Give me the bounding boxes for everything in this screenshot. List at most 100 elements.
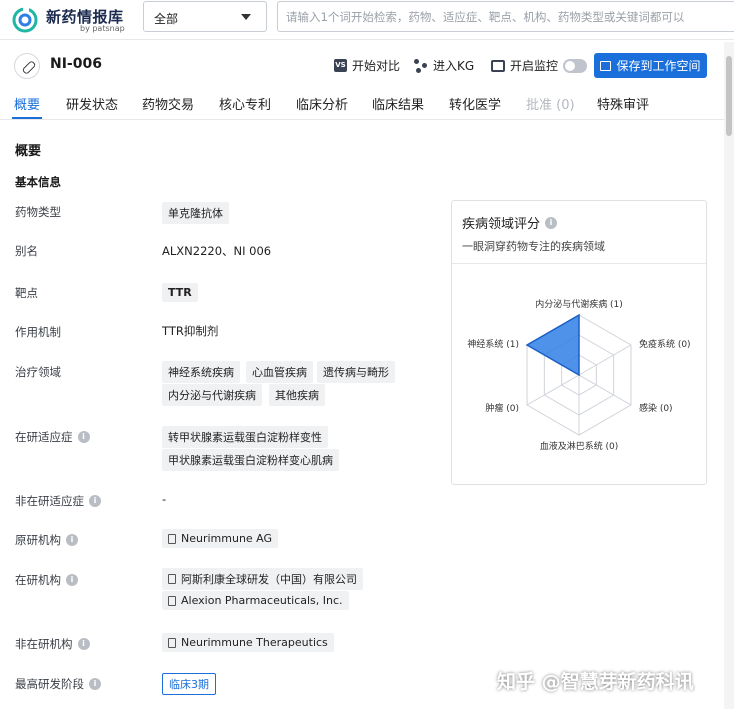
info-icon[interactable]: i xyxy=(66,534,78,546)
tab-translational[interactable]: 转化医学 xyxy=(449,94,501,113)
therapeutic-tag[interactable]: 遗传病与畸形 xyxy=(317,361,395,383)
disease-score-subtitle: 一眼洞穿药物专注的疾病领域 xyxy=(462,240,605,253)
active-tab-indicator xyxy=(12,117,42,119)
inactive-org-label: 非在研机构 i xyxy=(15,636,90,652)
vs-icon: VS xyxy=(334,59,347,72)
active-indication-label: 在研适应症 i xyxy=(15,429,90,445)
originator-label: 原研机构 i xyxy=(15,532,78,548)
search-scope-select[interactable]: 全部 xyxy=(143,1,267,32)
enter-kg-label: 进入KG xyxy=(433,59,475,73)
pill-icon xyxy=(14,53,40,79)
top-search-bar: 新药情报库 by patsnap 全部 xyxy=(0,0,734,40)
highest-phase-label: 最高研发阶段 i xyxy=(15,676,101,692)
graph-icon xyxy=(414,58,428,73)
active-org-tag[interactable]: 阿斯利康全球研发（中国）有限公司 xyxy=(162,568,363,590)
target-tag[interactable]: TTR xyxy=(162,283,198,302)
monitor-label: 开启监控 xyxy=(510,59,559,73)
radar-axis-label: 免疫系统 (0) xyxy=(639,338,691,350)
therapeutic-tag[interactable]: 神经系统疾病 xyxy=(162,361,240,383)
tab-deals[interactable]: 药物交易 xyxy=(142,94,194,113)
active-org-name: Alexion Pharmaceuticals, Inc. xyxy=(181,594,343,607)
tab-special-review[interactable]: 特殊审评 xyxy=(597,94,649,113)
radar-axis-label: 血液及淋巴系统 (0) xyxy=(540,440,619,452)
scrollbar[interactable] xyxy=(724,42,734,709)
radar-axis-label: 肿瘤 (0) xyxy=(485,402,519,414)
info-icon[interactable]: i xyxy=(545,216,558,229)
building-icon xyxy=(168,595,176,606)
inactive-indication-label-text: 非在研适应症 xyxy=(15,494,84,508)
radar-axis-label: 神经系统 (1) xyxy=(467,338,519,350)
building-icon xyxy=(168,533,176,544)
active-org-name: 阿斯利康全球研发（中国）有限公司 xyxy=(181,573,357,586)
info-icon[interactable]: i xyxy=(66,574,78,586)
therapeutic-area-label: 治疗领域 xyxy=(15,365,61,379)
disease-radar-chart: 内分泌与代谢疾病 (1) 免疫系统 (0) 感染 (0) 血液及淋巴系统 (0) 肿瘤 … xyxy=(467,298,691,452)
active-org-tag[interactable]: Alexion Pharmaceuticals, Inc. xyxy=(162,591,349,610)
therapeutic-tag[interactable]: 内分泌与代谢疾病 xyxy=(162,384,262,406)
monitor-toggle[interactable] xyxy=(563,58,588,73)
radar-axis-label: 内分泌与代谢疾病 (1) xyxy=(535,298,623,310)
originator-org-tag[interactable]: Neurimmune AG xyxy=(162,529,279,548)
folder-icon xyxy=(600,60,612,71)
originator-label-text: 原研机构 xyxy=(15,533,61,547)
enter-kg-button[interactable]: 进入KG xyxy=(414,57,474,74)
therapeutic-tag[interactable]: 其他疾病 xyxy=(269,384,325,406)
active-indication-label-text: 在研适应症 xyxy=(15,430,73,444)
inactive-indication-label: 非在研适应症 i xyxy=(15,493,101,509)
mechanism-value: TTR抑制剂 xyxy=(162,324,219,338)
disease-score-title-text: 疾病领域评分 xyxy=(462,217,541,232)
indication-tag[interactable]: 转甲状腺素运载蛋白淀粉样变性 xyxy=(162,426,328,448)
info-icon[interactable]: i xyxy=(89,678,101,690)
monitor-icon xyxy=(491,59,505,72)
tab-clinical-results[interactable]: 临床结果 xyxy=(372,94,424,113)
scrollbar-thumb[interactable] xyxy=(726,56,732,136)
drug-header: NI-006 VS 开始对比 进入KG 开启监控 保存到工作空间 xyxy=(0,48,724,84)
search-input[interactable] xyxy=(277,1,734,32)
tab-clinical-analysis[interactable]: 临床分析 xyxy=(296,94,348,113)
active-org-label-text: 在研机构 xyxy=(15,573,61,587)
inactive-indication-value: - xyxy=(162,492,167,506)
alias-value: ALXN2220、NI 006 xyxy=(162,244,272,258)
save-to-workspace-button[interactable]: 保存到工作空间 xyxy=(594,53,707,78)
building-icon xyxy=(168,574,176,584)
radar-value-area xyxy=(525,313,580,377)
info-icon[interactable]: i xyxy=(89,495,101,507)
inactive-org-label-text: 非在研机构 xyxy=(15,637,73,651)
tab-approval[interactable]: 批准 (0) xyxy=(526,94,575,113)
logo-icon xyxy=(12,7,38,33)
highest-phase-label-text: 最高研发阶段 xyxy=(15,677,84,691)
search-scope-value: 全部 xyxy=(154,12,179,26)
inactive-org-tag[interactable]: Neurimmune Therapeutics xyxy=(162,633,334,652)
basic-info-title: 基本信息 xyxy=(15,175,61,189)
compare-label: 开始对比 xyxy=(352,59,401,73)
inactive-org-name: Neurimmune Therapeutics xyxy=(181,636,328,649)
compare-button[interactable]: VS 开始对比 xyxy=(334,57,400,74)
tab-bar: 概要 研发状态 药物交易 核心专利 临床分析 临床结果 转化医学 批准 (0) … xyxy=(0,88,724,120)
chevron-down-icon xyxy=(241,14,251,20)
watermark: 知乎 @智慧芽新药科讯 xyxy=(497,671,694,693)
mechanism-label: 作用机制 xyxy=(15,325,61,339)
highest-phase-tag[interactable]: 临床3期 xyxy=(162,673,216,695)
tab-rd-status[interactable]: 研发状态 xyxy=(66,94,118,113)
therapeutic-tag[interactable]: 心血管疾病 xyxy=(246,361,313,383)
logo-subtitle: by patsnap xyxy=(80,24,125,33)
monitor-control[interactable]: 开启监控 xyxy=(491,57,588,74)
app-logo[interactable]: 新药情报库 by patsnap xyxy=(10,5,140,35)
info-icon[interactable]: i xyxy=(77,431,90,443)
drug-name: NI-006 xyxy=(50,56,102,72)
disease-score-card: 疾病领域评分 i 一眼洞穿药物专注的疾病领域 内分泌与代谢疾病 (1) 免疫系统 … xyxy=(451,200,707,485)
save-label: 保存到工作空间 xyxy=(616,59,701,73)
drug-type-label: 药物类型 xyxy=(15,205,61,219)
active-org-label: 在研机构 i xyxy=(15,572,78,588)
drug-type-tag[interactable]: 单克隆抗体 xyxy=(162,202,229,224)
building-icon xyxy=(168,637,176,648)
tab-core-patents[interactable]: 核心专利 xyxy=(219,94,271,113)
info-icon[interactable]: i xyxy=(77,638,90,650)
radar-axis-label: 感染 (0) xyxy=(639,402,673,414)
tab-overview[interactable]: 概要 xyxy=(14,94,40,113)
target-label: 靶点 xyxy=(15,286,38,300)
section-title: 概要 xyxy=(15,144,42,159)
alias-label: 别名 xyxy=(15,244,38,258)
indication-tag[interactable]: 甲状腺素运载蛋白淀粉样变心肌病 xyxy=(162,449,339,471)
originator-org-name: Neurimmune AG xyxy=(181,532,273,545)
